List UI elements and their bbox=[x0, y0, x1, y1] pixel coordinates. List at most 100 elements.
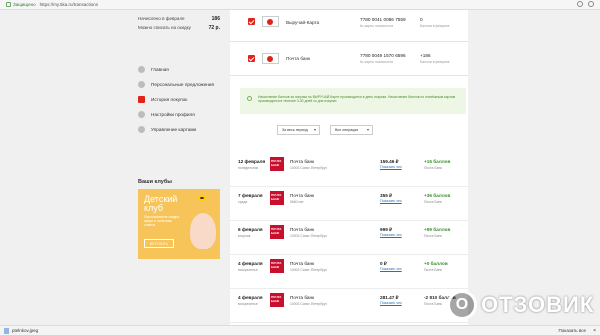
card-number-label: № карты лояльности bbox=[360, 60, 394, 64]
card-image bbox=[262, 53, 279, 64]
card-number: 7780 0049 1570 6596 bbox=[360, 53, 406, 58]
tx-date: 6 февраля bbox=[238, 227, 263, 232]
tx-city: 10003 Санкт-Петербург bbox=[290, 166, 327, 170]
card-points: +186 bbox=[420, 53, 431, 58]
transaction-row: 12 февраля понедельник ПОЧТА БАНК Почта … bbox=[230, 153, 468, 187]
tx-day: понедельник bbox=[238, 166, 259, 170]
download-file-name[interactable]: ptelnkov.jpeg bbox=[12, 328, 38, 333]
tx-day: среда bbox=[238, 200, 248, 204]
tx-merchant: Почта банк bbox=[290, 227, 315, 232]
period-select[interactable]: За весь период bbox=[277, 125, 320, 135]
transaction-row: 7 февраля среда ПОЧТА БАНК Почта банк 56… bbox=[230, 187, 468, 221]
tx-city: 10003 Санкт-Петербург bbox=[290, 234, 327, 238]
menu-icon[interactable] bbox=[588, 1, 594, 7]
loyalty-card-row: Почта банк 7780 0049 1570 6596 № карты л… bbox=[230, 42, 468, 76]
tx-bonus: +0 баллов bbox=[424, 261, 448, 266]
sidebar-item-cards[interactable]: Управление картами bbox=[138, 122, 220, 137]
card-image bbox=[262, 16, 279, 27]
info-icon bbox=[247, 96, 252, 101]
receipt-icon bbox=[138, 96, 145, 103]
tx-bonus: +16 баллов bbox=[424, 159, 451, 164]
star-icon[interactable] bbox=[577, 1, 583, 7]
join-club-button[interactable]: ВСТУПИТЬ bbox=[144, 239, 174, 248]
url-field[interactable]: https://my.5ka.ru/transactions bbox=[40, 2, 98, 7]
tx-bonus-source: Почта Банк bbox=[424, 234, 442, 238]
show-receipt-link[interactable]: Показать чек bbox=[380, 199, 402, 203]
operations-select[interactable]: Все операции bbox=[330, 125, 373, 135]
show-receipt-link[interactable]: Показать чек bbox=[380, 165, 402, 169]
card-points-label: Баллов в феврале bbox=[420, 60, 450, 64]
sidebar-item-label: История покупок bbox=[151, 97, 188, 102]
card-checkbox[interactable] bbox=[248, 55, 255, 62]
tx-city: 10003 Санкт-Петербург bbox=[290, 268, 327, 272]
tx-bonus-source: Почта Банк bbox=[424, 200, 442, 204]
tx-bonus-source: Почта Банк bbox=[424, 166, 442, 170]
browser-address-bar[interactable]: Защищено https://my.5ka.ru/transactions bbox=[0, 0, 600, 10]
sidebar-item-history[interactable]: История покупок bbox=[138, 92, 220, 107]
show-receipt-link[interactable]: Показать чек bbox=[380, 267, 402, 271]
sidebar-item-label: Персональные предложения bbox=[151, 82, 215, 87]
loyalty-card-row: Выручай-Карта 7780 0041 0086 7559 № карт… bbox=[230, 10, 468, 42]
card-number-label: № карты лояльности bbox=[360, 24, 394, 28]
tx-day: воскресенье bbox=[238, 268, 258, 272]
tx-merchant: Почта банк bbox=[290, 159, 315, 164]
tx-date: 4 февраля bbox=[238, 261, 263, 266]
balance-row-accrued: Начислено в феврале 186 bbox=[138, 14, 220, 23]
sidebar-item-label: Управление картами bbox=[151, 127, 197, 132]
sidebar-item-home[interactable]: Главная bbox=[138, 62, 220, 77]
watermark-text: ОТЗОВИК bbox=[481, 292, 595, 317]
card-name: Почта банк bbox=[286, 56, 311, 61]
pochta-bank-logo: ПОЧТА БАНК bbox=[270, 225, 284, 239]
pochta-bank-logo: ПОЧТА БАНК bbox=[270, 157, 284, 171]
tx-merchant: Почта банк bbox=[290, 193, 315, 198]
cards-icon bbox=[138, 126, 145, 133]
pochta-bank-logo: ПОЧТА БАНК bbox=[270, 293, 284, 307]
tx-day: воскресенье bbox=[238, 302, 258, 306]
tx-merchant: Почта банк bbox=[290, 261, 315, 266]
sidebar-menu: Главная Персональные предложения История… bbox=[138, 62, 220, 137]
show-receipt-link[interactable]: Показать чек bbox=[380, 301, 402, 305]
tx-date: 7 февраля bbox=[238, 193, 263, 198]
card-points: 0 bbox=[420, 17, 423, 22]
balance-value: 72 р. bbox=[208, 24, 220, 31]
transaction-row: 4 февраля воскресенье ПОЧТА БАНК Почта б… bbox=[230, 289, 468, 323]
sidebar-item-offers[interactable]: Персональные предложения bbox=[138, 77, 220, 92]
balance-value: 186 bbox=[211, 15, 220, 22]
tx-merchant: Почта банк bbox=[290, 295, 315, 300]
sidebar-item-label: Настройки профиля bbox=[151, 112, 195, 117]
balance-label: Можно списать на скидку bbox=[138, 25, 191, 30]
sidebar-item-profile-settings[interactable]: Настройки профиля bbox=[138, 107, 220, 122]
bee-icon bbox=[198, 195, 206, 201]
lock-icon bbox=[6, 2, 11, 7]
card-name: Выручай-Карта bbox=[286, 20, 320, 25]
sidebar: Начислено в феврале 186 Можно списать на… bbox=[138, 14, 220, 324]
card-checkbox[interactable] bbox=[248, 18, 255, 25]
pochta-bank-logo: ПОЧТА БАНК bbox=[270, 191, 284, 205]
show-all-downloads-link[interactable]: Показать все bbox=[559, 328, 586, 333]
show-receipt-link[interactable]: Показать чек bbox=[380, 233, 402, 237]
otzovik-watermark: О ОТЗОВИК bbox=[447, 290, 594, 320]
tx-bonus: +99 баллов bbox=[424, 227, 451, 232]
club-title: Детский клуб bbox=[144, 194, 178, 213]
home-icon bbox=[138, 66, 145, 73]
filters: За весь период Все операции bbox=[277, 125, 373, 135]
clubs-title: Ваши клубы bbox=[138, 179, 172, 185]
tx-date: 12 февраля bbox=[238, 159, 266, 164]
image-file-icon bbox=[4, 327, 9, 334]
info-banner: Начисление баллов за покупки по ВЫРУЧАЙ-… bbox=[240, 88, 466, 114]
main-panel: Выручай-Карта 7780 0041 0086 7559 № карт… bbox=[230, 10, 468, 335]
info-text: Начисление баллов за покупки по ВЫРУЧАЙ-… bbox=[258, 95, 456, 104]
sidebar-item-label: Главная bbox=[151, 67, 169, 72]
tx-city: 5660 пат bbox=[290, 200, 304, 204]
tx-day: вторник bbox=[238, 234, 251, 238]
browser-actions bbox=[577, 1, 594, 7]
kids-club-card[interactable]: Детский клуб Персональные скидки, акции … bbox=[138, 189, 220, 259]
transaction-row: 6 февраля вторник ПОЧТА БАНК Почта банк … bbox=[230, 221, 468, 255]
watermark-logo: О bbox=[447, 290, 477, 320]
close-icon[interactable]: × bbox=[593, 328, 596, 334]
card-points-label: Баллов в феврале bbox=[420, 24, 450, 28]
tx-bonus-source: Почта Банк bbox=[424, 302, 442, 306]
secure-label: Защищено bbox=[13, 2, 36, 7]
transaction-row: 4 февраля воскресенье ПОЧТА БАНК Почта б… bbox=[230, 255, 468, 289]
tx-bonus-source: Почта Банк bbox=[424, 268, 442, 272]
